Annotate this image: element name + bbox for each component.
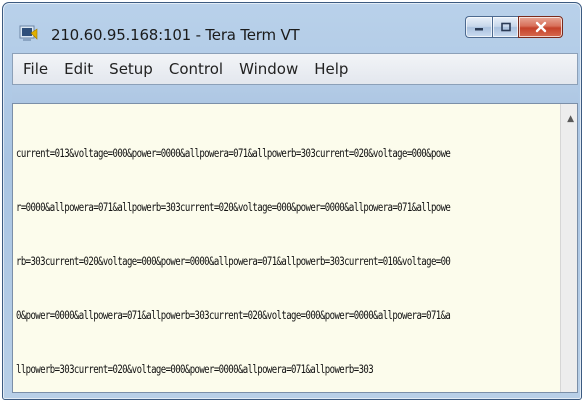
- scroll-up-icon[interactable]: ▲: [567, 114, 574, 124]
- menu-window[interactable]: Window: [231, 60, 306, 78]
- terminal-line: current=013&voltage=000&power=0000&allpo…: [16, 146, 451, 160]
- terminal-area[interactable]: current=013&voltage=000&power=0000&allpo…: [12, 103, 578, 393]
- frame-strip: [12, 85, 578, 103]
- caption-buttons: [465, 16, 563, 38]
- maximize-button[interactable]: [492, 16, 518, 38]
- tera-term-app-icon: [19, 25, 38, 41]
- terminal-line: rb=303current=020&voltage=000&power=0000…: [16, 254, 451, 268]
- close-button[interactable]: [518, 16, 563, 38]
- terminal-line: llpowerb=303current=020&voltage=000&powe…: [16, 362, 374, 376]
- minimize-button[interactable]: [465, 16, 492, 38]
- menu-file[interactable]: File: [13, 60, 56, 78]
- menu-setup[interactable]: Setup: [101, 60, 161, 78]
- terminal-line: r=0000&allpowera=071&allpowerb=303curren…: [16, 200, 451, 214]
- menu-control[interactable]: Control: [161, 60, 231, 78]
- terminal-output: current=013&voltage=000&power=0000&allpo…: [16, 108, 451, 392]
- window-title: 210.60.95.168:101 - Tera Term VT: [51, 26, 300, 44]
- menu-edit[interactable]: Edit: [56, 60, 101, 78]
- close-icon: [535, 21, 546, 33]
- menu-bar: File Edit Setup Control Window Help: [12, 53, 578, 85]
- title-bar[interactable]: 210.60.95.168:101 - Tera Term VT: [9, 11, 577, 51]
- window-frame: 210.60.95.168:101 - Tera Term VT File Ed…: [2, 2, 582, 400]
- minimize-icon: [475, 28, 483, 31]
- vertical-scrollbar[interactable]: ▲: [560, 104, 577, 392]
- maximize-icon: [500, 22, 511, 32]
- terminal-line: 0&power=0000&allpowera=071&allpowerb=303…: [16, 308, 451, 322]
- menu-help[interactable]: Help: [306, 60, 356, 78]
